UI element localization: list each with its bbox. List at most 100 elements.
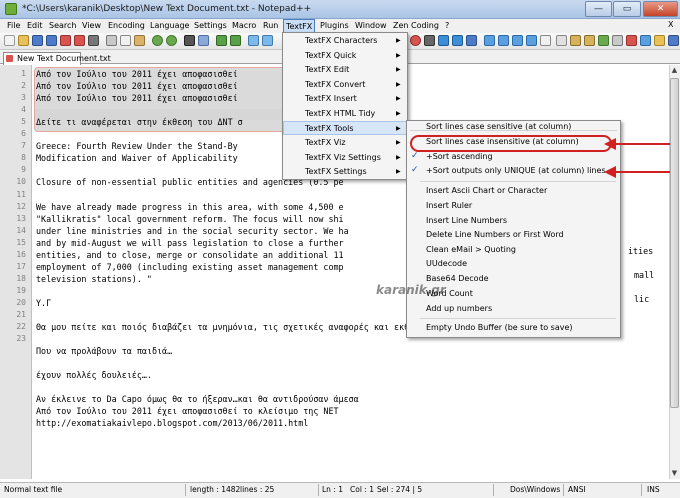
menu-view[interactable]: View <box>80 19 103 33</box>
tools-menu-item[interactable]: Add up numbers <box>426 302 492 316</box>
paste-icon[interactable] <box>134 35 145 46</box>
menu-search[interactable]: Search <box>47 19 78 33</box>
menu-plugins[interactable]: Plugins <box>318 19 351 33</box>
tools-menu-item[interactable]: Insert Ascii Chart or Character <box>426 184 547 198</box>
toolbar-icon-i[interactable] <box>668 35 679 46</box>
cut-icon[interactable] <box>106 35 117 46</box>
tools-menu-item[interactable]: Delete Line Numbers or First Word <box>426 228 564 242</box>
close-all-icon[interactable] <box>74 35 85 46</box>
menu-textfx[interactable]: TextFX <box>283 19 316 33</box>
toolbar-icon-d[interactable] <box>598 35 609 46</box>
print-icon[interactable] <box>88 35 99 46</box>
textfx-menu-item[interactable]: TextFX Quick <box>305 49 356 63</box>
tools-menu-item[interactable]: Insert Ruler <box>426 199 472 213</box>
textfx-menu-item[interactable]: TextFX Convert <box>305 78 365 92</box>
save-icon[interactable] <box>32 35 43 46</box>
menu-settings[interactable]: Settings <box>192 19 229 33</box>
tools-menu-item[interactable]: Insert Line Numbers <box>426 214 507 228</box>
textfx-menu-item[interactable]: TextFX Settings <box>305 165 367 179</box>
find-icon[interactable] <box>184 35 195 46</box>
toolbar-icon-b[interactable] <box>570 35 581 46</box>
close-file-icon[interactable] <box>60 35 71 46</box>
toolbar-icon-f[interactable] <box>626 35 637 46</box>
wrap-icon[interactable] <box>262 35 273 46</box>
editor-line[interactable]: Από τον Ιούλιο του 2011 έχει αποφασισθεί <box>36 92 238 104</box>
textfx-menu-item[interactable]: TextFX Viz <box>305 136 346 150</box>
editor-line[interactable]: employment of 7,000 (including existing … <box>36 261 344 273</box>
sync-scroll-icon[interactable] <box>248 35 259 46</box>
editor-line[interactable]: έχουν πολλές δουλειές…. <box>36 369 152 381</box>
play-macro-icon[interactable] <box>438 35 449 46</box>
undo-icon[interactable] <box>152 35 163 46</box>
editor-line[interactable]: Αν έκλεινε το Da Capo όμως θα το ήξεραν…… <box>36 393 359 405</box>
tools-menu-item[interactable]: Sort lines case sensitive (at column) <box>426 120 571 134</box>
editor-line[interactable]: Greece: Fourth Review Under the Stand-By <box>36 140 238 152</box>
toolbar-icon-e[interactable] <box>612 35 623 46</box>
play-multiple-icon[interactable] <box>452 35 463 46</box>
editor-line[interactable]: Από τον Ιούλιο του 2011 έχει αποφασισθεί <box>36 80 238 92</box>
triangle-down-icon[interactable] <box>498 35 509 46</box>
maximize-button[interactable]: ▭ <box>613 1 641 17</box>
notepadpp-app-icon[interactable] <box>5 3 17 15</box>
menu-edit[interactable]: Edit <box>25 19 45 33</box>
tools-menu-item[interactable]: +Sort outputs only UNIQUE (at column) li… <box>426 164 606 178</box>
editor-line[interactable]: Δείτε τι αναφέρεται στην έκθεση του ΔΝΤ … <box>36 116 243 128</box>
save-all-icon[interactable] <box>46 35 57 46</box>
record-macro-icon[interactable] <box>410 35 421 46</box>
scrollbar-thumb[interactable] <box>670 78 679 408</box>
menu-encoding[interactable]: Encoding <box>106 19 147 33</box>
menu-macro[interactable]: Macro <box>230 19 258 33</box>
save-macro-icon[interactable] <box>466 35 477 46</box>
redo-icon[interactable] <box>166 35 177 46</box>
toolbar-icon-c[interactable] <box>584 35 595 46</box>
editor-line[interactable]: Που να προλάβουν τα παιδιά… <box>36 345 172 357</box>
menu-help[interactable]: ? <box>443 19 451 33</box>
tools-menu-item[interactable]: Empty Undo Buffer (be sure to save) <box>426 321 573 335</box>
editor-line[interactable]: Από τον Ιούλιο του 2011 έχει αποφασισθεί <box>36 68 238 80</box>
open-file-icon[interactable] <box>18 35 29 46</box>
editor-line[interactable]: We have already made progress in this ar… <box>36 201 344 213</box>
replace-icon[interactable] <box>198 35 209 46</box>
monitor-icon[interactable] <box>540 35 551 46</box>
editor-line[interactable]: and by mid-August we will pass legislati… <box>36 237 344 249</box>
zoom-out-icon[interactable] <box>230 35 241 46</box>
textfx-menu-item[interactable]: TextFX HTML Tidy <box>305 107 375 121</box>
textfx-menu-item[interactable]: TextFX Characters <box>305 34 377 48</box>
minimize-button[interactable]: — <box>585 1 612 17</box>
triangle-right-icon[interactable] <box>526 35 537 46</box>
scroll-up-arrow-icon[interactable]: ▲ <box>669 65 680 76</box>
menu-window[interactable]: Window <box>353 19 389 33</box>
tab-new-text-document[interactable]: New Text Document.txt <box>3 52 111 65</box>
triangle-up-icon[interactable] <box>484 35 495 46</box>
textfx-menu-item[interactable]: TextFX Edit <box>305 63 349 77</box>
editor-line[interactable]: "Kallikratis" local government reform. T… <box>36 213 344 225</box>
toolbar-icon-a[interactable] <box>556 35 567 46</box>
editor-line[interactable]: Modification and Waiver of Applicability <box>36 152 238 164</box>
toolbar-icon-h[interactable] <box>654 35 665 46</box>
editor-line[interactable]: Υ.Γ <box>36 297 51 309</box>
scroll-down-arrow-icon[interactable]: ▼ <box>669 468 680 479</box>
triangle-left-icon[interactable] <box>512 35 523 46</box>
tools-menu-item[interactable]: +Sort ascending <box>426 150 493 164</box>
textfx-menu-item[interactable]: TextFX Viz Settings <box>305 151 381 165</box>
menu-run[interactable]: Run <box>261 19 280 33</box>
textfx-menu-item[interactable]: TextFX Tools <box>305 122 354 136</box>
textfx-menu-item[interactable]: TextFX Insert <box>305 92 357 106</box>
tools-menu-item[interactable]: UUdecode <box>426 257 467 271</box>
menu-zen-coding[interactable]: Zen Coding <box>391 19 441 33</box>
editor-line[interactable]: http://exomatiakaivlepo.blogspot.com/201… <box>36 417 308 429</box>
close-window-button[interactable]: ✕ <box>643 1 678 17</box>
editor-line[interactable]: under line ministries and in the social … <box>36 225 349 237</box>
tools-menu-item[interactable]: Clean eMail > Quoting <box>426 243 516 257</box>
menu-file[interactable]: File <box>5 19 22 33</box>
editor-line[interactable]: entities, and to close, merge or consoli… <box>36 249 344 261</box>
toolbar-icon-g[interactable] <box>640 35 651 46</box>
close-document-button[interactable]: X <box>668 20 673 29</box>
new-file-icon[interactable] <box>4 35 15 46</box>
menu-language[interactable]: Language <box>148 19 191 33</box>
zoom-in-icon[interactable] <box>216 35 227 46</box>
copy-icon[interactable] <box>120 35 131 46</box>
stop-macro-icon[interactable] <box>424 35 435 46</box>
editor-line[interactable]: Από τον Ιούλιο του 2011 έχει αποφασισθεί… <box>36 405 339 417</box>
editor-line[interactable]: television stations). " <box>36 273 152 285</box>
